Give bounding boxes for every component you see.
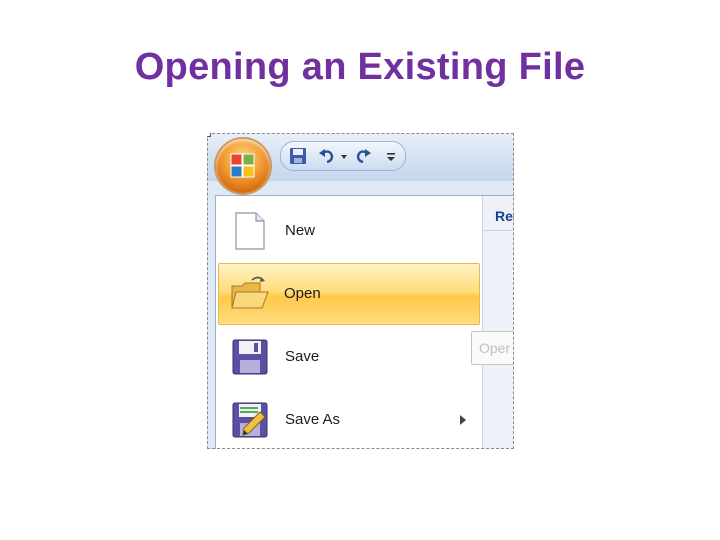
menu-item-open[interactable]: Open bbox=[218, 263, 480, 325]
open-folder-icon bbox=[231, 276, 269, 309]
save-as-icon bbox=[232, 402, 268, 438]
slide-title: Opening an Existing File bbox=[134, 46, 586, 88]
menu-item-save[interactable]: Save bbox=[218, 326, 480, 388]
selection-handle[interactable] bbox=[207, 133, 211, 137]
undo-icon[interactable] bbox=[317, 146, 337, 166]
menu-item-label: Open bbox=[284, 285, 321, 302]
menu-item-label: New bbox=[285, 222, 316, 239]
menu-item-label: Save As bbox=[285, 411, 341, 428]
office-menu: New Open Save Save As Re bbox=[215, 195, 514, 449]
office-screenshot: New Open Save Save As Re Oper bbox=[207, 133, 514, 449]
menu-item-new[interactable]: New bbox=[218, 200, 480, 262]
menu-item-save-as[interactable]: Save As bbox=[218, 389, 480, 449]
new-document-icon bbox=[235, 212, 265, 250]
quick-access-toolbar bbox=[280, 141, 406, 171]
tooltip-text: Oper bbox=[479, 340, 511, 356]
submenu-arrow-icon bbox=[460, 415, 466, 425]
menu-item-label: Save bbox=[285, 348, 320, 365]
divider bbox=[483, 230, 514, 231]
office-logo-icon bbox=[230, 153, 255, 178]
tooltip: Oper bbox=[471, 331, 514, 365]
redo-icon[interactable] bbox=[353, 146, 373, 166]
customize-icon[interactable] bbox=[385, 146, 397, 166]
office-button[interactable] bbox=[216, 139, 270, 193]
dropdown-arrow-icon[interactable] bbox=[339, 146, 349, 166]
floppy-disk-icon bbox=[232, 339, 268, 375]
save-icon[interactable] bbox=[289, 146, 307, 166]
recent-documents-header: Rec bbox=[495, 208, 514, 224]
recent-documents-pane: Rec bbox=[482, 196, 514, 449]
